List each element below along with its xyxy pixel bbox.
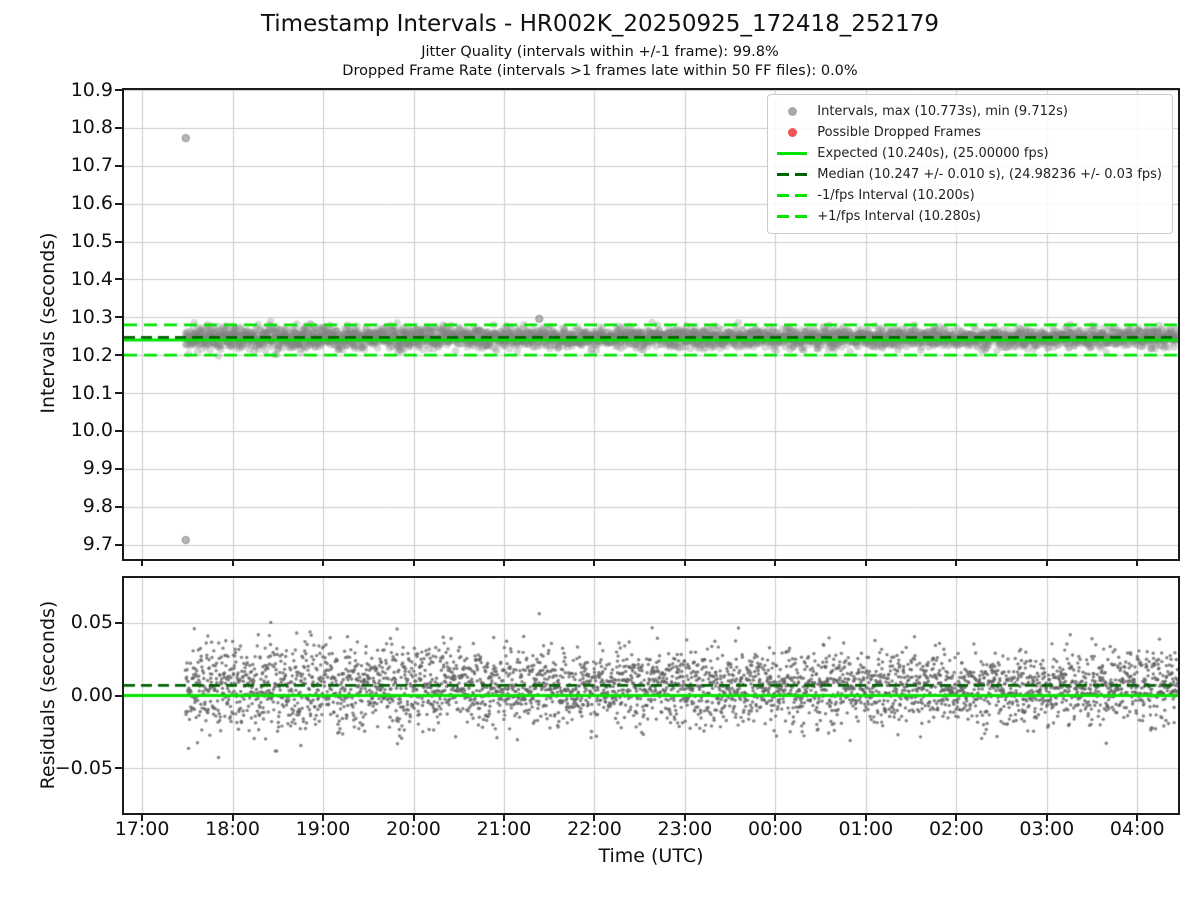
legend-row: -1/fps Interval (10.200s) — [776, 185, 1162, 206]
legend-dashed-line-icon — [777, 214, 808, 219]
x-tick-label: 22:00 — [567, 818, 622, 840]
legend-label: Intervals, max (10.773s), min (9.712s) — [817, 104, 1068, 119]
intervals-plot: Intervals, max (10.773s), min (9.712s) Po… — [122, 88, 1180, 561]
x-tick-label: 04:00 — [1109, 818, 1165, 840]
y-tick-mark-intervals — [115, 316, 122, 319]
x-tick-mark-upper — [593, 561, 596, 566]
legend-dot-icon — [787, 107, 797, 116]
chart-title: Timestamp Intervals - HR002K_20250925_17… — [260, 11, 940, 37]
x-tick-mark — [955, 815, 958, 821]
x-tick-mark-upper — [412, 561, 415, 566]
residuals-plot — [122, 576, 1180, 815]
figure: Timestamp Intervals - HR002K_20250925_17… — [0, 0, 1200, 900]
legend: Intervals, max (10.773s), min (9.712s) Po… — [767, 94, 1173, 234]
y-tick-mark-intervals — [115, 429, 122, 432]
dropped-frame-rate-subtitle: Dropped Frame Rate (intervals >1 frames … — [342, 63, 858, 79]
x-tick-label: 23:00 — [657, 818, 713, 840]
legend-dot-icon — [787, 128, 797, 137]
x-tick-label: 01:00 — [838, 818, 894, 840]
x-tick-label: 17:00 — [114, 818, 170, 840]
legend-row: Median (10.247 +/- 0.010 s), (24.98236 +… — [776, 164, 1162, 185]
legend-label: +1/fps Interval (10.280s) — [817, 209, 981, 224]
legend-row: Expected (10.240s), (25.00000 fps) — [776, 143, 1162, 164]
legend-solid-line-icon — [777, 151, 808, 156]
residuals-axis-label: Residuals (seconds) — [37, 600, 59, 790]
x-tick-mark — [502, 815, 505, 821]
legend-row: Possible Dropped Frames — [776, 122, 1162, 143]
x-tick-mark-upper — [774, 561, 777, 566]
y-tick-mark-intervals — [115, 354, 122, 357]
legend-dashed-line-icon — [777, 172, 808, 177]
y-tick-mark-intervals — [115, 467, 122, 470]
y-tick-mark-intervals — [115, 505, 122, 508]
legend-dashed-line-icon — [777, 193, 808, 198]
x-tick-mark — [412, 815, 415, 821]
x-tick-mark-upper — [231, 561, 234, 566]
legend-label: Possible Dropped Frames — [817, 125, 981, 140]
x-tick-mark-upper — [864, 561, 867, 566]
x-tick-mark — [593, 815, 596, 821]
x-tick-label: 03:00 — [1019, 818, 1075, 840]
x-tick-label: 00:00 — [748, 818, 803, 840]
x-tick-label: 21:00 — [476, 818, 532, 840]
y-tick-label-intervals: 10.6 — [70, 192, 113, 215]
y-tick-label-intervals: 10.9 — [70, 78, 113, 101]
legend-label: Expected (10.240s), (25.00000 fps) — [817, 146, 1049, 161]
jitter-quality-subtitle: Jitter Quality (intervals within +/-1 fr… — [421, 44, 779, 60]
y-tick-mark-residuals — [115, 694, 122, 697]
y-tick-mark-intervals — [115, 89, 122, 91]
y-tick-mark-residuals — [115, 621, 122, 624]
y-tick-mark-intervals — [115, 240, 122, 243]
x-tick-mark — [141, 815, 144, 821]
legend-row: +1/fps Interval (10.280s) — [776, 206, 1162, 227]
x-tick-mark — [1045, 815, 1048, 821]
y-tick-mark-intervals — [115, 392, 122, 395]
legend-row: Intervals, max (10.773s), min (9.712s) — [776, 101, 1162, 122]
x-tick-mark — [774, 815, 777, 821]
x-tick-mark-upper — [955, 561, 958, 566]
x-tick-mark — [864, 815, 867, 821]
y-tick-mark-intervals — [115, 202, 122, 205]
y-tick-label-intervals: 9.7 — [82, 533, 113, 556]
y-tick-label-intervals: 10.0 — [70, 419, 113, 442]
y-tick-mark-intervals — [115, 278, 122, 281]
y-tick-mark-intervals — [115, 543, 122, 546]
x-tick-mark — [1136, 815, 1139, 821]
x-tick-mark — [231, 815, 234, 821]
x-tick-mark-upper — [683, 561, 686, 566]
x-tick-label: 02:00 — [928, 818, 984, 840]
x-tick-mark-upper — [1045, 561, 1048, 566]
x-tick-label: 18:00 — [205, 818, 260, 840]
x-tick-mark-upper — [502, 561, 505, 566]
x-tick-mark — [322, 815, 325, 821]
y-tick-mark-intervals — [115, 126, 122, 129]
x-tick-label: 19:00 — [295, 818, 351, 840]
x-tick-label: 20:00 — [386, 818, 441, 840]
y-tick-label-intervals: 9.9 — [82, 457, 113, 480]
legend-label: Median (10.247 +/- 0.010 s), (24.98236 +… — [817, 167, 1162, 182]
time-axis-label: Time (UTC) — [598, 845, 704, 867]
y-tick-mark-residuals — [115, 767, 122, 770]
x-tick-mark-upper — [141, 561, 144, 566]
legend-label: -1/fps Interval (10.200s) — [817, 188, 975, 203]
x-tick-mark-upper — [1136, 561, 1139, 566]
y-tick-label-intervals: 9.8 — [82, 495, 113, 518]
y-tick-label-intervals: 10.8 — [70, 116, 113, 139]
x-tick-mark-upper — [322, 561, 325, 566]
residuals-scatter-canvas — [124, 578, 1178, 813]
intervals-axis-label: Intervals (seconds) — [37, 232, 59, 414]
x-tick-mark — [683, 815, 686, 821]
y-tick-label-intervals: 10.7 — [70, 154, 113, 177]
y-tick-mark-intervals — [115, 164, 122, 167]
